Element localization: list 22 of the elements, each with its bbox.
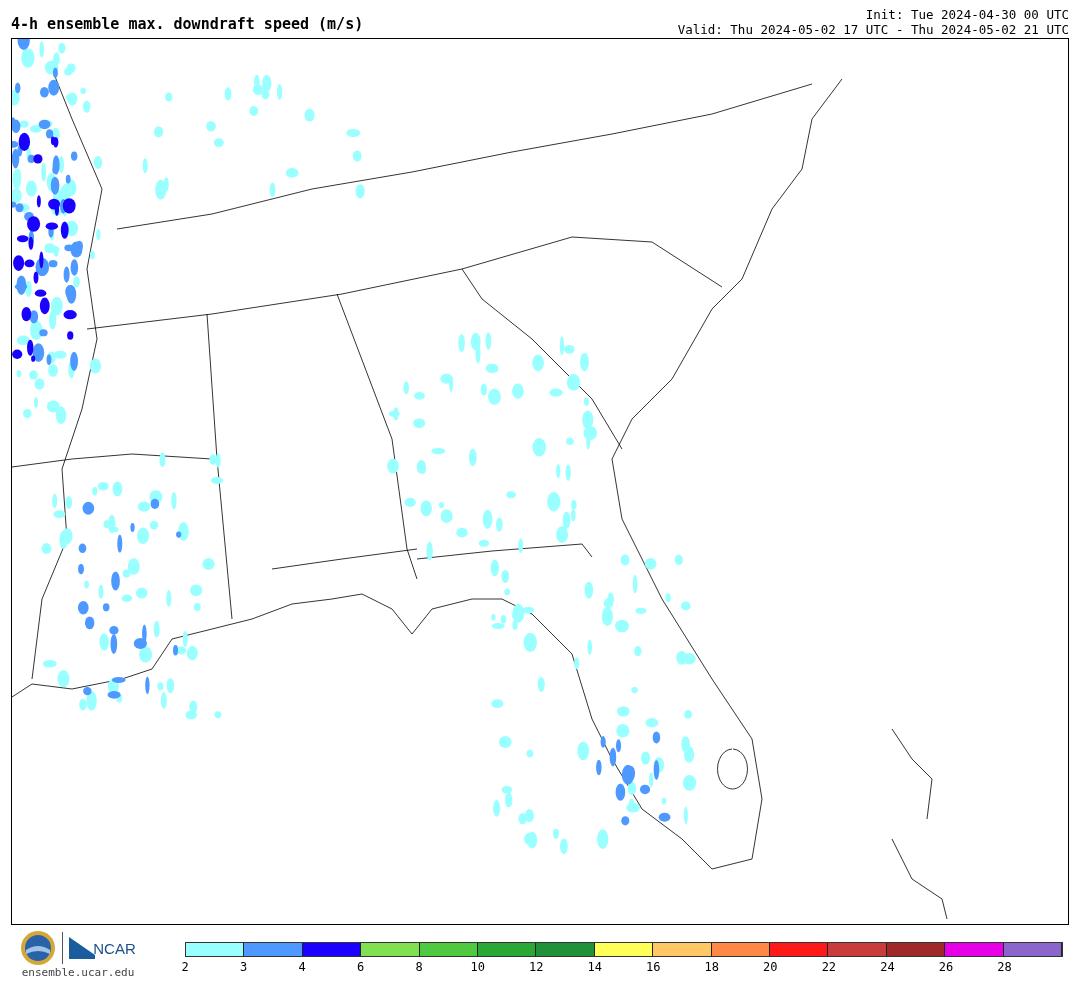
scale-label: 22	[821, 960, 837, 974]
scale-label: 18	[704, 960, 719, 974]
ncar-logo-text: NCAR	[93, 939, 136, 957]
scale-label: 20	[763, 960, 778, 974]
valid-time: Valid: Thu 2024-05-02 17 UTC - Thu 2024-05-02 21 UTC	[677, 22, 1069, 37]
scale-label: 4	[298, 960, 306, 974]
scale-label: 14	[587, 960, 602, 974]
chart-title: 4-h ensemble max. downdraft speed (m/s)	[11, 15, 364, 35]
scale-label: 26	[938, 960, 954, 974]
scale-label: 6	[357, 960, 365, 974]
scale-label: 24	[880, 960, 895, 974]
seal-logo-icon	[20, 930, 57, 966]
scale-label: 2	[181, 960, 189, 974]
scale-label: 8	[415, 960, 423, 974]
scale-label: 10	[470, 960, 485, 974]
init-time: Init: Tue 2024-04-30 00 UTC	[865, 7, 1069, 22]
scale-label: 12	[528, 960, 544, 974]
scale-label: 3	[239, 960, 248, 974]
ncar-logo-icon	[69, 937, 96, 959]
site-url: ensemble.ucar.edu	[21, 966, 135, 979]
scale-label: 28	[997, 960, 1012, 974]
scale-label: 16	[646, 960, 661, 974]
